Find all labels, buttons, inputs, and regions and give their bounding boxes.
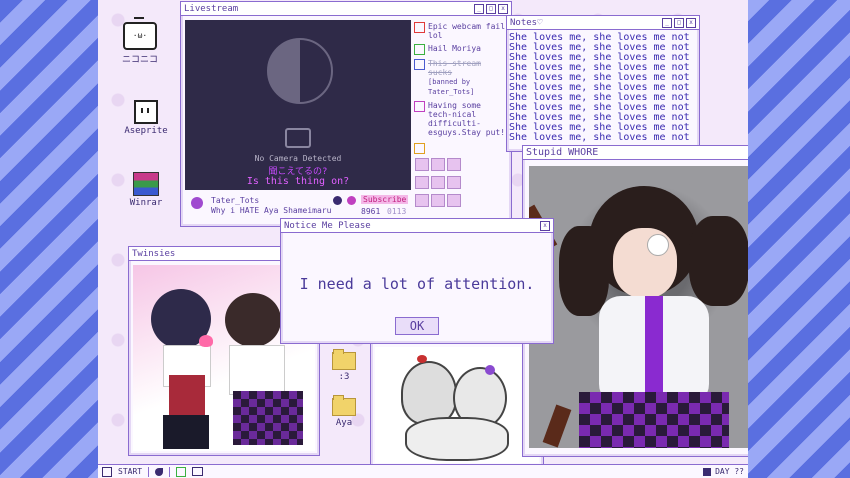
chat-icon[interactable]: [176, 466, 187, 477]
emote-icon: [431, 194, 445, 207]
emote-icon: [415, 158, 429, 171]
stream-time: 0113: [387, 207, 407, 216]
character-image: [529, 166, 748, 448]
notes-text[interactable]: She loves me, she loves me not She loves …: [507, 30, 699, 146]
chat-panel: Epic webcam fail lol Hail Moriya This st…: [414, 22, 506, 222]
title-bar[interactable]: Livestream _ □ x: [181, 2, 511, 16]
chat-message: Hail Moriya: [414, 44, 506, 55]
streamer-avatar[interactable]: [191, 197, 203, 209]
clock-text: DAY ??: [715, 467, 744, 476]
tray-icon[interactable]: [703, 467, 712, 476]
folder-icon: [332, 395, 356, 416]
bird-icon[interactable]: [155, 467, 164, 476]
chat-message: This stream sucks [banned by Tater_Tots]: [414, 59, 506, 97]
caption-text: Is this thing on?: [246, 176, 350, 187]
stupid-window[interactable]: Stupid WHORE _x: [522, 145, 748, 457]
ok-button[interactable]: OK: [394, 317, 440, 335]
dialog-title: Notice Me Please: [284, 220, 371, 231]
folder-aya-shortcut[interactable]: Aya: [314, 395, 374, 428]
window-title: Notes♡: [510, 17, 543, 28]
taskbar-separator: [148, 466, 150, 477]
subscribe-button[interactable]: Subscribe: [361, 195, 409, 204]
emote-icon: [447, 158, 461, 171]
aseprite-icon: [134, 100, 158, 124]
taskbar-separator: [169, 466, 171, 477]
user-badge-icon: [414, 101, 425, 112]
emote-icon: [447, 194, 461, 207]
notes-window[interactable]: Notes♡ _ □ x She loves me, she loves me no…: [506, 15, 700, 152]
chat-message: Epic webcam fail lol: [414, 22, 506, 40]
folder-3-shortcut[interactable]: :3: [314, 349, 374, 382]
window-title: Livestream: [184, 3, 239, 14]
emote-icon: [431, 176, 445, 189]
aseprite-shortcut[interactable]: Aseprite: [116, 100, 176, 136]
taskbar: START DAY ??: [98, 464, 748, 478]
user-badge-icon: [414, 44, 425, 55]
folder-icon: [332, 349, 356, 370]
meme-image: [375, 347, 539, 463]
close-icon[interactable]: x: [498, 3, 508, 14]
livestream-window[interactable]: Livestream _ □ x No Camera Detected 聞こえてるの…: [180, 1, 512, 227]
icon-label: :3: [338, 372, 350, 382]
minimize-icon[interactable]: _: [474, 3, 484, 14]
emote-icon: [415, 176, 429, 189]
dialog-message: I need a lot of attention.: [299, 275, 535, 293]
winrar-shortcut[interactable]: Winrar: [116, 172, 176, 208]
window-title: Stupid WHORE: [526, 147, 599, 158]
notice-dialog[interactable]: Notice Me Please x I need a lot of atten…: [280, 218, 554, 344]
window-title: Twinsies: [132, 248, 176, 259]
monitor-icon[interactable]: [192, 467, 204, 476]
minimize-icon[interactable]: _: [662, 17, 672, 28]
maximize-icon[interactable]: □: [486, 3, 496, 14]
title-bar[interactable]: Stupid WHORE _x: [523, 146, 748, 160]
close-icon[interactable]: x: [540, 220, 550, 231]
title-bar[interactable]: Notes♡ _ □ x: [507, 16, 699, 30]
close-icon[interactable]: x: [686, 17, 696, 28]
tv-icon: ·ω·: [123, 17, 157, 50]
viewer-count: 8961: [361, 207, 381, 216]
no-camera-text: No Camera Detected: [254, 154, 342, 163]
emote-icon: [431, 158, 445, 171]
icon-label: Aya: [335, 418, 353, 428]
video-area: No Camera Detected 聞こえてるの? Is this thing…: [185, 20, 411, 190]
maximize-icon[interactable]: □: [674, 17, 684, 28]
note-line: She loves me, she loves me not: [509, 132, 690, 143]
start-button[interactable]: START: [118, 467, 142, 476]
meme-window[interactable]: [370, 340, 544, 468]
camera-off-icon: [285, 128, 311, 148]
title-bar[interactable]: Notice Me Please x: [281, 219, 553, 233]
chat-message: Having some tech-nical difficulti-esguys…: [414, 101, 506, 137]
download-icon[interactable]: [347, 196, 356, 205]
emote-icon: [447, 176, 461, 189]
stream-title: Why i HATE Aya Shameimaru: [211, 206, 332, 215]
icon-label: ニコニコ: [121, 55, 158, 65]
user-badge-icon: [414, 22, 425, 33]
icon-label: Winrar: [129, 198, 163, 208]
heart-icon: [199, 335, 213, 347]
winrar-icon: [133, 172, 159, 196]
user-badge-icon: [414, 143, 425, 154]
emote-icon: [415, 194, 429, 207]
icon-label: Aseprite: [124, 126, 168, 136]
user-badge-icon: [414, 59, 425, 70]
desktop: ·ω· ニコニコ Aseprite Winrar :3 Aya Livestre…: [98, 0, 748, 478]
yin-yang-icon: [267, 38, 333, 104]
niconico-shortcut[interactable]: ·ω· ニコニコ: [110, 17, 170, 65]
heart-icon[interactable]: [333, 196, 342, 205]
streamer-name[interactable]: Tater_Tots: [211, 196, 259, 205]
start-icon: [102, 466, 112, 477]
emote-spam: [414, 143, 506, 211]
